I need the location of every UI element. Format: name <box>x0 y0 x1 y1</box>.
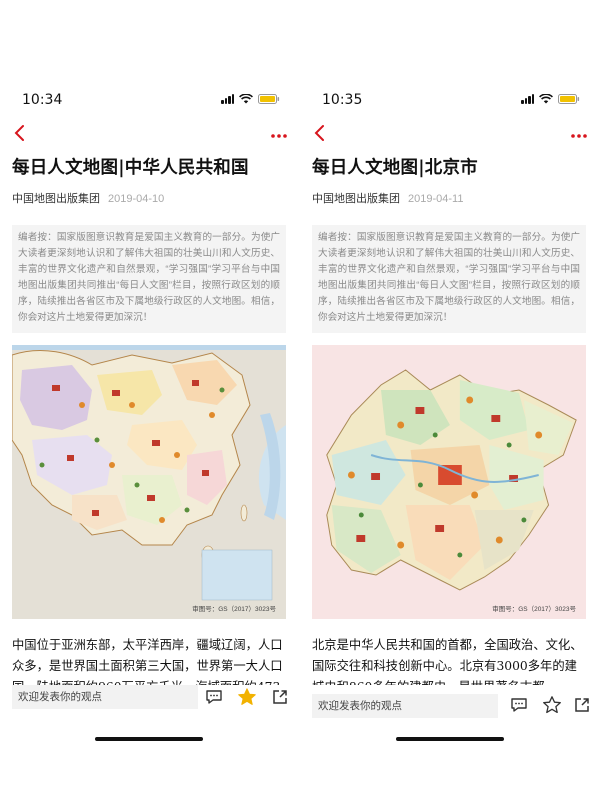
status-time: 10:35 <box>322 92 363 108</box>
editor-note: 编者按：国家版图意识教育是爱国主义教育的一部分。为使广大读者更深刻地认识和了解伟… <box>312 225 586 333</box>
article-title: 每日人文地图|北京市 <box>312 158 478 178</box>
beijing-humanities-map[interactable]: 审图号：GS（2017）3023号 <box>312 345 586 619</box>
article-meta: 中国地图出版集团 2019-04-11 <box>312 191 586 207</box>
signal-icon <box>221 94 234 104</box>
more-dots-icon[interactable] <box>270 128 288 138</box>
comment-icon[interactable] <box>204 687 224 707</box>
back-chevron-icon[interactable] <box>312 122 328 144</box>
status-bar: 10:34 <box>4 92 294 112</box>
status-icons <box>521 94 580 104</box>
back-chevron-icon[interactable] <box>12 122 28 144</box>
star-icon[interactable] <box>237 687 257 707</box>
china-map-illustration <box>12 345 286 619</box>
comment-input[interactable] <box>312 694 498 718</box>
home-indicator[interactable] <box>95 737 203 741</box>
bottom-action-bar <box>304 685 594 718</box>
map-approval-code: 审图号：GS（2017）3023号 <box>192 606 276 613</box>
article: 每日人文地图|中华人民共和国 中国地图出版集团 2019-04-10 编者按：国… <box>4 150 294 687</box>
article-source[interactable]: 中国地图出版集团 <box>312 191 400 207</box>
star-icon[interactable] <box>542 695 562 715</box>
article-source[interactable]: 中国地图出版集团 <box>12 191 100 207</box>
article: 每日人文地图|北京市 中国地图出版集团 2019-04-11 编者按：国家版图意… <box>304 150 594 687</box>
nav-bar <box>4 120 294 146</box>
comment-input[interactable] <box>12 685 198 709</box>
status-bar: 10:35 <box>304 92 594 112</box>
battery-icon <box>558 94 580 104</box>
article-date: 2019-04-11 <box>408 193 464 205</box>
share-icon[interactable] <box>270 687 290 707</box>
bottom-action-bar <box>4 685 294 715</box>
share-icon[interactable] <box>572 695 592 715</box>
article-date: 2019-04-10 <box>108 193 165 205</box>
wifi-icon <box>539 94 553 104</box>
nav-bar <box>304 120 594 146</box>
article-meta: 中国地图出版集团 2019-04-10 <box>12 191 286 207</box>
screen-beijing-map: 10:35 每日人文地图|北京市 中国地图出版集团 2019-04-11 编者按… <box>304 0 594 799</box>
more-dots-icon[interactable] <box>570 128 588 138</box>
china-humanities-map[interactable]: 审图号：GS（2017）3023号 <box>12 345 286 619</box>
wifi-icon <box>239 94 253 104</box>
article-body: 中国位于亚洲东部，太平洋西岸，疆域辽阔，人口众多，是世界国土面积第三大国，世界第… <box>12 638 283 687</box>
map-approval-code: 审图号：GS（2017）3023号 <box>492 606 576 613</box>
status-time: 10:34 <box>22 92 63 108</box>
battery-icon <box>258 94 280 104</box>
status-icons <box>221 94 280 104</box>
editor-note: 编者按：国家版图意识教育是爱国主义教育的一部分。为使广大读者更深刻地认识和了解伟… <box>12 225 286 333</box>
beijing-map-illustration <box>312 345 586 619</box>
screen-china-map: 10:34 每日人文地图|中华人民共和国 中国地图出版集团 2019-04-10… <box>4 0 294 799</box>
article-title: 每日人文地图|中华人民共和国 <box>12 158 249 178</box>
home-indicator[interactable] <box>396 737 504 741</box>
comment-icon[interactable] <box>509 695 529 715</box>
article-body: 北京是中华人民共和国的首都，全国政治、文化、国际交往和科技创新中心。北京有300… <box>312 638 583 687</box>
signal-icon <box>521 94 534 104</box>
